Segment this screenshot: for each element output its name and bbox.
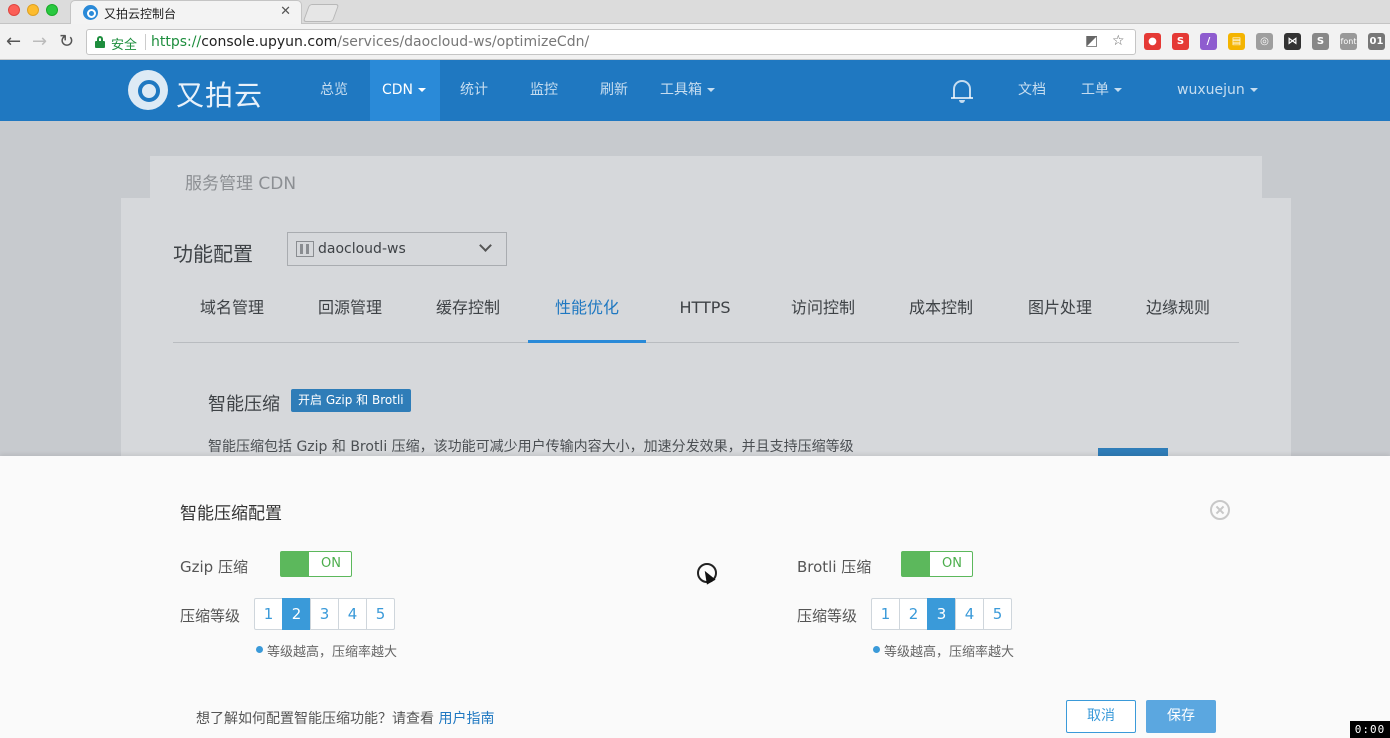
close-tab-icon[interactable]: ✕ [280, 4, 291, 19]
gzip-hint: 等级越高，压缩率越大 [267, 645, 398, 660]
address-bar[interactable]: 安全 https://console.upyun.com/services/da… [86, 29, 1136, 55]
nav-statistics[interactable]: 统计 [460, 60, 488, 121]
recording-timer: 0:00 [1350, 721, 1390, 738]
brotli-hint: 等级越高，压缩率越大 [884, 645, 1015, 660]
function-config-title: 功能配置 [173, 242, 253, 266]
user-guide-link[interactable]: 用户指南 [438, 711, 494, 727]
save-button[interactable]: 保存 [1146, 700, 1216, 733]
reload-icon[interactable]: ↻ [59, 31, 74, 52]
config-tabs: 域名管理 回源管理 缓存控制 性能优化 HTTPS 访问控制 成本控制 图片处理… [173, 290, 1239, 343]
tab-edge[interactable]: 边缘规则 [1119, 290, 1237, 343]
brotli-label: Brotli 压缩 [797, 558, 872, 576]
tab-access[interactable]: 访问控制 [764, 290, 882, 343]
brotli-level-5[interactable]: 5 [983, 598, 1012, 630]
s-gray-ext-icon[interactable]: S [1312, 33, 1329, 50]
network-ext-icon[interactable]: ⋈ [1284, 33, 1301, 50]
guide-text: 想了解如何配置智能压缩功能？请查看 用户指南 [196, 711, 495, 727]
tab-cost[interactable]: 成本控制 [882, 290, 1000, 343]
browser-tab[interactable]: 又拍云控制台 ✕ [70, 0, 302, 24]
secure-label: 安全 [111, 38, 138, 53]
mouse-cursor-icon [697, 563, 717, 589]
gzip-level-1[interactable]: 1 [254, 598, 283, 630]
tab-performance[interactable]: 性能优化 [528, 290, 646, 343]
service-icon [296, 241, 314, 257]
upyun-favicon-icon [83, 5, 98, 20]
nav-cdn[interactable]: CDN [370, 60, 440, 121]
toggle-knob [281, 552, 309, 576]
tab-domain[interactable]: 域名管理 [173, 290, 291, 343]
notification-bell-icon[interactable] [951, 78, 973, 104]
toggle-knob [902, 552, 930, 576]
browser-tab-bar: 又拍云控制台 ✕ [0, 0, 1390, 24]
app-header: 又拍云 总览 CDN 统计 监控 刷新 工具箱 文档 工单 wuxuejun [0, 60, 1390, 121]
minimize-window-button[interactable] [27, 4, 39, 16]
tab-https[interactable]: HTTPS [646, 290, 764, 343]
nav-toolbox[interactable]: 工具箱 [660, 60, 715, 121]
forward-arrow-icon[interactable]: → [32, 31, 47, 52]
tab-cache[interactable]: 缓存控制 [409, 290, 527, 343]
brotli-level-group: 1 2 3 4 5 [871, 598, 1012, 630]
caret-down-icon [707, 88, 715, 92]
brotli-level-label: 压缩等级 [797, 607, 858, 625]
nav-overview[interactable]: 总览 [320, 60, 348, 121]
browser-toolbar: ← → ↻ 安全 https://console.upyun.com/servi… [0, 24, 1390, 60]
gzip-level-4[interactable]: 4 [338, 598, 367, 630]
browser-tab-title: 又拍云控制台 [104, 7, 177, 21]
caret-down-icon [1249, 88, 1258, 92]
brotli-toggle[interactable]: ON [901, 551, 973, 577]
hint-dot-icon [256, 646, 263, 653]
s-ext-icon[interactable]: S [1172, 33, 1189, 50]
feather-ext-icon[interactable]: / [1200, 33, 1217, 50]
gzip-level-3[interactable]: 3 [310, 598, 339, 630]
new-tab-button[interactable] [302, 4, 340, 22]
gzip-level-2[interactable]: 2 [282, 598, 311, 630]
circle-ext-icon[interactable]: ◎ [1256, 33, 1273, 50]
caret-down-icon [418, 88, 427, 92]
toggle-state: ON [321, 556, 341, 571]
service-select[interactable]: daocloud-ws [287, 232, 507, 266]
bookmark-star-icon[interactable]: ☆ [1112, 33, 1125, 49]
nav-refresh[interactable]: 刷新 [600, 60, 628, 121]
service-title: 服务管理 CDN [185, 174, 297, 194]
chevron-down-icon [479, 239, 492, 252]
service-select-value: daocloud-ws [318, 241, 406, 257]
nav-docs[interactable]: 文档 [1018, 60, 1046, 121]
upyun-logo-icon[interactable] [128, 70, 168, 110]
url-divider [145, 34, 146, 50]
brotli-level-2[interactable]: 2 [899, 598, 928, 630]
tab-origin[interactable]: 回源管理 [291, 290, 409, 343]
font-ext-icon[interactable]: font [1340, 33, 1357, 50]
tab-image[interactable]: 图片处理 [1001, 290, 1119, 343]
close-window-button[interactable] [8, 4, 20, 16]
close-icon[interactable] [1210, 500, 1230, 520]
grid-ext-icon[interactable]: ▤ [1228, 33, 1245, 50]
adblock-ext-icon[interactable]: ● [1144, 33, 1161, 50]
brotli-level-1[interactable]: 1 [871, 598, 900, 630]
gzip-level-5[interactable]: 5 [366, 598, 395, 630]
user-menu[interactable]: wuxuejun [1177, 60, 1258, 121]
maximize-window-button[interactable] [46, 4, 58, 16]
panel-title: 智能压缩配置 [180, 504, 282, 524]
counter-ext-icon[interactable]: 01 [1368, 33, 1385, 50]
gzip-toggle[interactable]: ON [280, 551, 352, 577]
status-badge: 开启 Gzip 和 Brotli [291, 389, 411, 412]
back-arrow-icon[interactable]: ← [6, 31, 21, 52]
translate-icon[interactable]: ◩ [1085, 33, 1098, 49]
gzip-level-group: 1 2 3 4 5 [254, 598, 395, 630]
caret-down-icon [1114, 88, 1122, 92]
gzip-label: Gzip 压缩 [180, 558, 248, 576]
nav-monitor[interactable]: 监控 [530, 60, 558, 121]
nav-ticket[interactable]: 工单 [1081, 60, 1122, 121]
brand-name[interactable]: 又拍云 [176, 74, 263, 114]
lock-icon [95, 36, 105, 48]
brotli-level-3[interactable]: 3 [927, 598, 956, 630]
cancel-button[interactable]: 取消 [1066, 700, 1136, 733]
brotli-level-4[interactable]: 4 [955, 598, 984, 630]
toggle-state: ON [942, 556, 962, 571]
gzip-level-label: 压缩等级 [180, 607, 241, 625]
section-description: 智能压缩包括 Gzip 和 Brotli 压缩，该功能可减少用户传输内容大小，加… [208, 439, 854, 455]
section-title: 智能压缩 [208, 394, 280, 415]
hint-dot-icon [873, 646, 880, 653]
url-text[interactable]: https://console.upyun.com/services/daocl… [151, 34, 589, 50]
